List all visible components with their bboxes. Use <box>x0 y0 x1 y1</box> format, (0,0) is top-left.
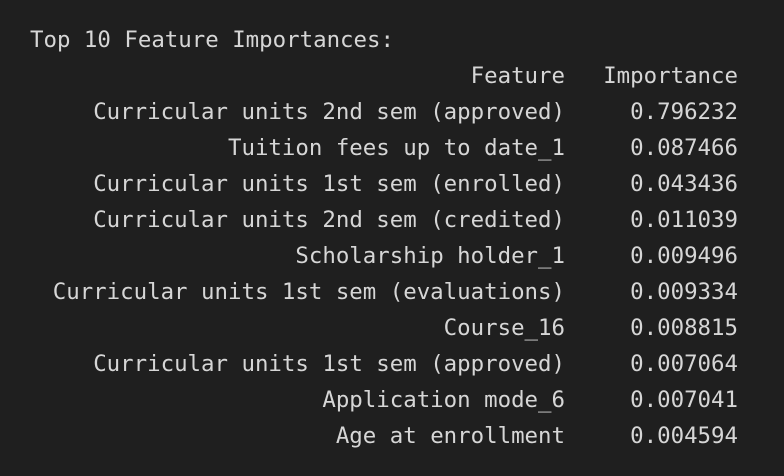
feature-name: Curricular units 1st sem (approved) <box>93 351 565 377</box>
table-row: Scholarship holder_1 0.009496 <box>0 238 784 274</box>
feature-name: Age at enrollment <box>335 423 565 449</box>
importance-value: 0.004594 <box>630 423 738 449</box>
table-row: Curricular units 2nd sem (credited) 0.01… <box>0 202 784 238</box>
table-row: Curricular units 1st sem (approved) 0.00… <box>0 346 784 382</box>
feature-name: Curricular units 2nd sem (approved) <box>93 99 565 125</box>
table-row: Curricular units 1st sem (enrolled) 0.04… <box>0 166 784 202</box>
output-title: Top 10 Feature Importances: <box>30 27 394 53</box>
feature-name: Curricular units 2nd sem (credited) <box>93 207 565 233</box>
importance-value: 0.011039 <box>630 207 738 233</box>
table-row: Application mode_6 0.007041 <box>0 382 784 418</box>
table-row: Curricular units 2nd sem (approved) 0.79… <box>0 94 784 130</box>
cell-output: Top 10 Feature Importances: Feature Impo… <box>0 0 784 476</box>
importance-value: 0.009496 <box>630 243 738 269</box>
importance-value: 0.796232 <box>630 99 738 125</box>
column-header-importance: Importance <box>603 63 738 89</box>
feature-name: Curricular units 1st sem (enrolled) <box>93 171 565 197</box>
feature-name: Curricular units 1st sem (evaluations) <box>52 279 565 305</box>
importance-value: 0.007064 <box>630 351 738 377</box>
importance-value: 0.008815 <box>630 315 738 341</box>
column-header-feature: Feature <box>470 63 565 89</box>
table-row: Tuition fees up to date_1 0.087466 <box>0 130 784 166</box>
importance-value: 0.007041 <box>630 387 738 413</box>
feature-name: Scholarship holder_1 <box>295 243 565 269</box>
feature-name: Application mode_6 <box>322 387 565 413</box>
importance-value: 0.009334 <box>630 279 738 305</box>
table-row: Age at enrollment 0.004594 <box>0 418 784 454</box>
table-row: Course_16 0.008815 <box>0 310 784 346</box>
feature-name: Tuition fees up to date_1 <box>227 135 565 161</box>
table-row: Curricular units 1st sem (evaluations) 0… <box>0 274 784 310</box>
feature-name: Course_16 <box>443 315 565 341</box>
importance-value: 0.043436 <box>630 171 738 197</box>
importance-value: 0.087466 <box>630 135 738 161</box>
